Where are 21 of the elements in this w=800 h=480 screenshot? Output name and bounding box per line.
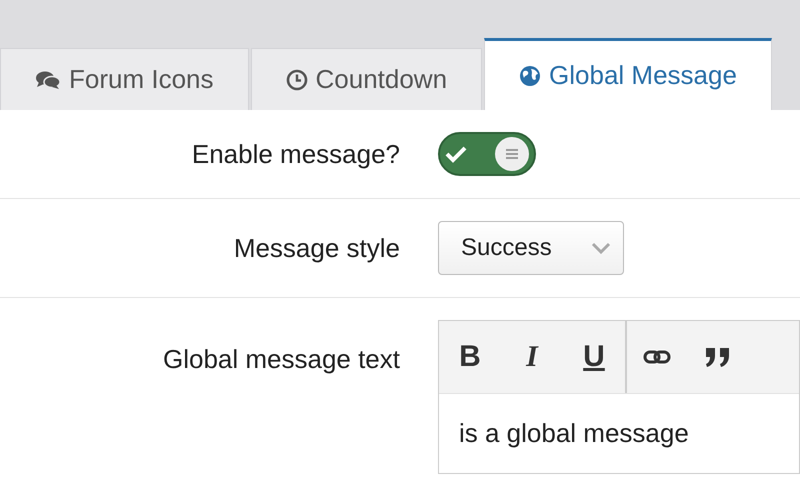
underline-button[interactable]: U bbox=[563, 321, 625, 393]
tab[interactable]: Countdown bbox=[250, 48, 482, 110]
style-select[interactable]: Success bbox=[438, 221, 624, 275]
grip-lines-icon bbox=[505, 148, 519, 160]
tab[interactable]: Forum Icons bbox=[0, 48, 248, 110]
speech-bubbles-icon bbox=[35, 68, 61, 90]
text-editor[interactable]: B I U is a global message bbox=[438, 320, 800, 474]
quote-icon bbox=[704, 346, 732, 368]
italic-button[interactable]: I bbox=[501, 321, 563, 393]
field-label: Message style bbox=[234, 232, 400, 264]
bold-button[interactable]: B bbox=[439, 321, 501, 393]
link-icon bbox=[643, 349, 671, 365]
chevron-down-icon bbox=[591, 242, 611, 254]
field-label: Enable message? bbox=[192, 138, 400, 170]
message-text: is a global message bbox=[458, 417, 690, 450]
check-icon bbox=[445, 145, 467, 163]
field-label: Global message text bbox=[162, 343, 400, 375]
globe-icon bbox=[519, 64, 542, 86]
tab[interactable]: Global Message bbox=[484, 38, 772, 110]
clock-icon bbox=[286, 68, 308, 90]
toggle-switch[interactable] bbox=[438, 132, 536, 176]
